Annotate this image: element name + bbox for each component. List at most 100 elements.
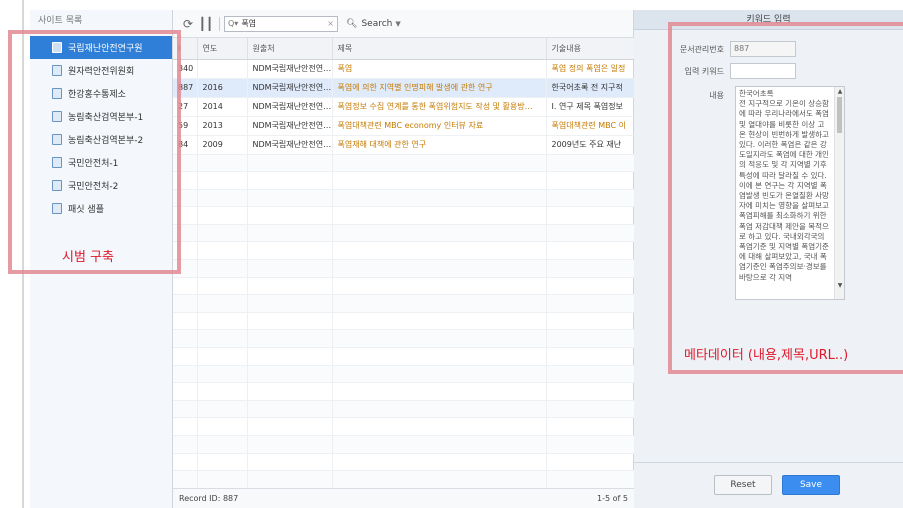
panel-footer: Reset Save bbox=[634, 462, 903, 508]
empty-cell bbox=[546, 382, 635, 401]
cell-title: 폭염대책관련 MBC economy 인터뷰 자료 bbox=[332, 116, 547, 136]
site-item[interactable]: 국민안전처-2 bbox=[30, 174, 172, 197]
record-count: 1-5 of 5 bbox=[597, 494, 628, 503]
table-row-selected[interactable]: 887 2016 NDM국립재난안전연… 폭염에 의한 지역별 인명피해 발생에… bbox=[173, 78, 635, 98]
empty-row bbox=[173, 453, 635, 472]
document-icon bbox=[52, 134, 62, 145]
empty-cell bbox=[546, 189, 635, 208]
content-textarea[interactable]: 한국어초록 전 지구적으로 기온이 상승함에 따라 우리나라에서도 폭염 및 열… bbox=[735, 86, 845, 300]
document-icon bbox=[52, 203, 62, 214]
scroll-up-icon[interactable]: ▲ bbox=[836, 88, 844, 95]
column-header-title[interactable]: 제목 bbox=[332, 38, 547, 60]
empty-cell bbox=[546, 329, 635, 349]
save-button[interactable]: Save bbox=[782, 475, 840, 495]
scroll-down-icon[interactable]: ▼ bbox=[836, 282, 844, 289]
site-item[interactable]: 한강홍수통제소 bbox=[30, 82, 172, 105]
empty-cell bbox=[332, 154, 547, 173]
doc-id-row: 문서관리번호 887 bbox=[634, 41, 796, 57]
empty-row bbox=[173, 241, 635, 261]
empty-cell bbox=[173, 312, 198, 331]
document-icon bbox=[52, 88, 62, 99]
clear-icon[interactable]: × bbox=[327, 19, 334, 28]
empty-cell bbox=[332, 435, 547, 454]
empty-cell bbox=[332, 347, 547, 366]
empty-row bbox=[173, 224, 635, 243]
column-header-source[interactable]: 원출처 bbox=[247, 38, 333, 60]
search-icon: Q▾ bbox=[228, 19, 239, 28]
empty-cell bbox=[197, 241, 248, 261]
cell-source: NDM국립재난안전연… bbox=[247, 135, 333, 155]
empty-row bbox=[173, 347, 635, 366]
cell-id: 887 bbox=[173, 78, 198, 98]
site-item[interactable]: 원자력안전위원회 bbox=[30, 59, 172, 82]
empty-cell bbox=[332, 365, 547, 384]
search-button[interactable]: 🔍︎ Search ▼ bbox=[346, 19, 401, 29]
cell-id: 84 bbox=[173, 135, 198, 155]
keyword-panel: 키워드 입력 문서관리번호 887 입력 키워드 내용 한국어초록 전 지구적으… bbox=[634, 10, 903, 508]
empty-cell bbox=[197, 312, 248, 331]
empty-cell bbox=[197, 329, 248, 349]
site-item[interactable]: 패싯 샘플 bbox=[30, 197, 172, 220]
empty-cell bbox=[546, 400, 635, 419]
site-item[interactable]: 농림축산검역본부-1 bbox=[30, 105, 172, 128]
empty-cell bbox=[332, 189, 547, 208]
empty-cell bbox=[173, 294, 198, 313]
empty-cell bbox=[173, 259, 198, 278]
column-header-id[interactable]: I bbox=[173, 38, 198, 60]
empty-cell bbox=[197, 417, 248, 436]
cell-id: 59 bbox=[173, 116, 198, 136]
empty-cell bbox=[173, 417, 198, 436]
empty-cell bbox=[332, 171, 547, 190]
site-list: 국립재난안전연구원 원자력안전위원회 한강홍수통제소 농림축산검역본부-1 농림… bbox=[30, 32, 172, 220]
empty-cell bbox=[247, 365, 333, 384]
column-header-year[interactable]: 연도 bbox=[197, 38, 248, 60]
column-header-desc[interactable]: 기술내용 bbox=[546, 38, 635, 60]
empty-cell bbox=[546, 294, 635, 313]
empty-row bbox=[173, 382, 635, 401]
empty-cell bbox=[197, 171, 248, 190]
record-grid: ⟳ ┃┃ Q▾ 폭염 × 🔍︎ Search ▼ I 연도 원출처 제목 기술내… bbox=[173, 10, 635, 508]
reset-button[interactable]: Reset bbox=[714, 475, 772, 495]
scroll-thumb[interactable] bbox=[837, 97, 842, 133]
site-item[interactable]: 농림축산검역본부-2 bbox=[30, 128, 172, 151]
empty-cell bbox=[332, 329, 547, 349]
refresh-icon[interactable]: ⟳ bbox=[179, 15, 197, 33]
keyword-input[interactable] bbox=[730, 63, 796, 79]
empty-cell bbox=[546, 347, 635, 366]
cell-title: 폭염재해 대책에 관한 연구 bbox=[332, 135, 547, 155]
content-text: 한국어초록 전 지구적으로 기온이 상승함에 따라 우리나라에서도 폭염 및 열… bbox=[739, 89, 829, 282]
table-row[interactable]: 27 2014 NDM국립재난안전연… 폭염정보 수집 연계를 통한 폭염위험지… bbox=[173, 97, 635, 117]
table-row[interactable]: 84 2009 NDM국립재난안전연… 폭염재해 대책에 관한 연구 2009년… bbox=[173, 135, 635, 155]
cell-id: 340 bbox=[173, 59, 198, 79]
empty-cell bbox=[546, 277, 635, 296]
empty-cell bbox=[546, 171, 635, 190]
empty-cell bbox=[546, 470, 635, 489]
empty-cell bbox=[173, 206, 198, 225]
cell-desc: 한국어초록 전 지구적 bbox=[546, 78, 635, 98]
empty-cell bbox=[173, 171, 198, 190]
columns-icon[interactable]: ┃┃ bbox=[197, 15, 215, 33]
empty-cell bbox=[173, 241, 198, 261]
empty-cell bbox=[173, 224, 198, 243]
content-scrollbar[interactable]: ▲ ▼ bbox=[834, 87, 844, 299]
record-id-status: Record ID: 887 bbox=[179, 494, 239, 503]
empty-cell bbox=[197, 277, 248, 296]
site-item[interactable]: 국민안전처-1 bbox=[30, 151, 172, 174]
empty-row bbox=[173, 206, 635, 225]
cell-id: 27 bbox=[173, 97, 198, 117]
empty-cell bbox=[173, 435, 198, 454]
empty-cell bbox=[332, 259, 547, 278]
empty-cell bbox=[332, 400, 547, 419]
table-row[interactable]: 340 NDM국립재난안전연… 폭염 폭염 정의 폭염은 일정 bbox=[173, 59, 635, 79]
empty-cell bbox=[247, 241, 333, 261]
site-item[interactable]: 국립재난안전연구원 bbox=[30, 36, 172, 59]
table-row[interactable]: 59 2013 NDM국립재난안전연… 폭염대책관련 MBC economy 인… bbox=[173, 116, 635, 136]
table-header-row: I 연도 원출처 제목 기술내용 bbox=[173, 38, 635, 60]
record-table: I 연도 원출처 제목 기술내용 340 NDM국립재난안전연… 폭염 폭염 정… bbox=[173, 38, 635, 508]
empty-cell bbox=[247, 417, 333, 436]
empty-cell bbox=[332, 224, 547, 243]
empty-cell bbox=[197, 206, 248, 225]
search-input[interactable]: Q▾ 폭염 × bbox=[224, 15, 338, 32]
empty-row bbox=[173, 400, 635, 419]
empty-cell bbox=[546, 206, 635, 225]
